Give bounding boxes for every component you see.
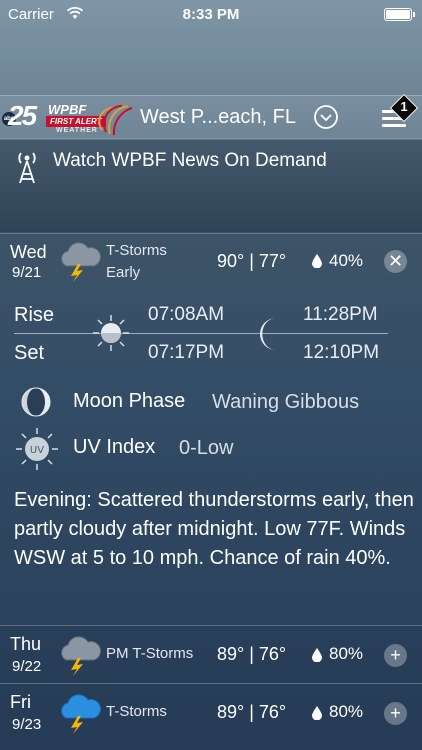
expand-button[interactable]: + <box>384 644 407 667</box>
precip-chance: 80% <box>329 702 364 721</box>
moon-phase-row: Moon Phase Waning Gibbous <box>0 384 422 424</box>
broadcast-tower-icon <box>18 152 36 184</box>
raindrop-icon <box>312 254 322 268</box>
day-detail-panel: Wed 9/21 T-Storms Early 90° | 77° 40% ✕ … <box>0 233 422 625</box>
set-label: Set <box>14 342 45 364</box>
moonset-time: 12:10PM <box>303 342 380 363</box>
status-time: 8:33 PM <box>182 6 240 23</box>
sunrise-time: 07:08AM <box>148 304 225 325</box>
sun-icon <box>93 315 129 351</box>
logo-number: 25 <box>8 100 37 131</box>
day-date: 9/22 <box>12 658 42 675</box>
expand-button[interactable]: + <box>384 702 407 725</box>
condition-line-1: T-Storms <box>106 242 167 259</box>
moonrise-time: 11:28PM <box>303 304 378 325</box>
uv-icon-text: UV <box>30 445 44 456</box>
today-summary-row[interactable]: Wed 9/21 T-Storms Early 90° | 77° 40% ✕ <box>0 234 422 290</box>
news-on-demand-row[interactable]: Watch WPBF News On Demand <box>0 140 422 232</box>
thunderstorm-icon <box>61 636 101 676</box>
precip-chance: 40% <box>329 251 364 270</box>
forecast-row-fri[interactable]: Fri 9/23 T-Storms 89° | 76° 80% + <box>0 683 422 750</box>
thunderstorm-blue-icon <box>61 694 101 734</box>
radar-waves-icon <box>98 105 133 136</box>
thunderstorm-icon <box>61 242 101 282</box>
moon-phase-value: Waning Gibbous <box>212 391 360 413</box>
uv-index-value: 0-Low <box>179 437 234 459</box>
forecast-row-thu[interactable]: Thu 9/22 PM T-Storms 89° | 76° 80% + <box>0 625 422 683</box>
news-on-demand-label: Watch WPBF News On Demand <box>53 150 327 171</box>
sunset-time: 07:17PM <box>148 342 225 363</box>
rise-label: Rise <box>14 304 55 326</box>
wpbf-logo: abc 25 WPBF FIRST ALERT WEATHER <box>2 98 133 138</box>
raindrop-icon <box>312 648 322 662</box>
day-name: Fri <box>10 692 31 712</box>
day-date: 9/21 <box>12 264 42 281</box>
chevron-down-icon[interactable] <box>313 104 339 130</box>
location-title[interactable]: West P...each, FL <box>140 106 296 129</box>
moon-phase-label: Moon Phase <box>73 390 186 412</box>
crescent-moon-icon <box>260 318 276 350</box>
moon-phase-icon <box>21 387 51 417</box>
day-name: Thu <box>10 634 42 654</box>
condition: PM T-Storms <box>106 645 194 662</box>
raindrop-icon <box>312 706 322 720</box>
alert-badge-count: 1 <box>400 99 408 114</box>
temps-hi-lo: 89° | 76° <box>217 644 287 664</box>
uv-index-row: UV UV Index 0-Low <box>0 428 422 470</box>
condition: T-Storms <box>106 703 167 720</box>
horizon-line <box>14 333 388 334</box>
battery-icon <box>384 8 415 21</box>
temps-hi-lo: 90° | 77° <box>217 251 287 271</box>
uv-index-icon: UV <box>16 428 58 470</box>
close-detail-button[interactable]: ✕ <box>384 250 407 273</box>
condition-line-2: Early <box>106 264 141 281</box>
app-header: abc 25 WPBF FIRST ALERT WEATHER West P..… <box>0 93 422 139</box>
forecast-narrative: Evening: Scattered thunderstorms early, … <box>14 489 414 569</box>
sun-moon-times: Rise Set 07:08AM 07:17PM 11:28PM 12:10PM <box>0 296 422 376</box>
status-bar: Carrier 8:33 PM <box>0 0 422 30</box>
uv-index-label: UV Index <box>73 436 156 458</box>
menu-button[interactable]: 1 <box>378 93 420 138</box>
day-date: 9/23 <box>12 716 42 733</box>
precip-chance: 80% <box>329 644 364 663</box>
day-name: Wed <box>10 242 47 262</box>
logo-brand: WPBF <box>48 102 87 117</box>
temps-hi-lo: 89° | 76° <box>217 702 287 722</box>
